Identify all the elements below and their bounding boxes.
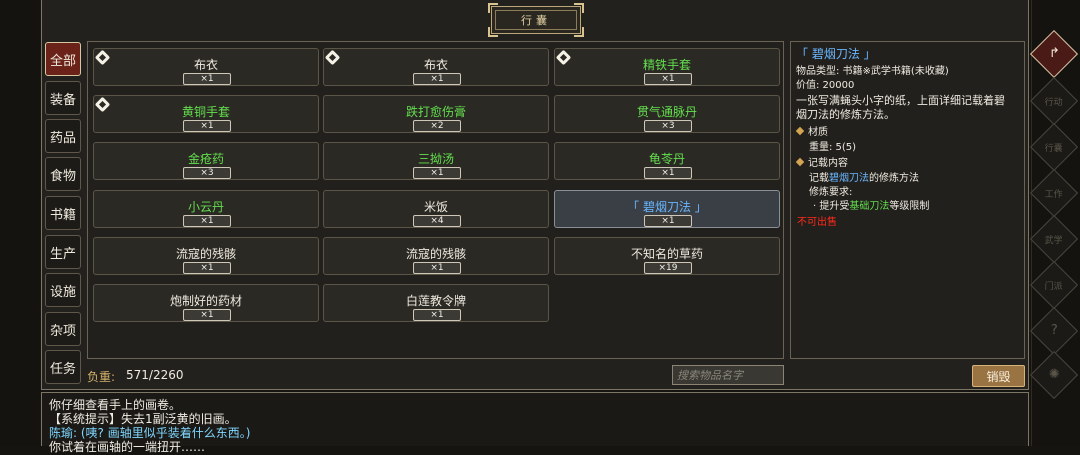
item-card[interactable]: 流寇的残骸 ×1 bbox=[93, 237, 319, 275]
item-card[interactable]: 龟苓丹 ×1 bbox=[554, 142, 780, 180]
item-name: 贯气通脉丹 bbox=[636, 105, 697, 119]
rail-label-action: 行动 bbox=[1044, 97, 1063, 108]
tab-equipment[interactable]: 装备 bbox=[45, 81, 81, 115]
item-quantity: ×1 bbox=[644, 73, 692, 85]
item-name: 布衣 bbox=[423, 58, 448, 72]
detail-value: 价值: 20000 bbox=[796, 80, 855, 91]
detail-record: 记载碧烟刀法的修炼方法 bbox=[809, 169, 919, 184]
message-log[interactable]: 你仔细查看手上的画卷。 【系统提示】失去1副泛黄的旧画。 陈瑜: (咦? 画轴里… bbox=[41, 392, 1029, 454]
back-arrow-icon: ↱ bbox=[1048, 46, 1060, 62]
item-card[interactable]: 白莲教令牌 ×1 bbox=[323, 284, 549, 322]
tab-books[interactable]: 书籍 bbox=[45, 196, 81, 230]
detail-type: 物品类型: 书籍※武学书籍(未收藏) bbox=[796, 66, 949, 77]
item-name: 龟苓丹 bbox=[648, 152, 685, 166]
item-card-selected[interactable]: 「 碧烟刀法 」 ×1 bbox=[554, 190, 780, 228]
item-quantity: ×1 bbox=[183, 262, 231, 274]
item-card[interactable]: 布衣 ×1 bbox=[93, 48, 319, 86]
rail-label-sect: 门派 bbox=[1044, 281, 1063, 292]
panel-title: 行囊 bbox=[521, 14, 551, 27]
item-quantity: ×4 bbox=[413, 215, 461, 227]
left-border-strip bbox=[0, 0, 40, 446]
tab-food[interactable]: 食物 bbox=[45, 157, 81, 191]
item-grid: 布衣 ×1 布衣 ×1 精铁手套 ×1 黄铜手套 ×1 跌打愈伤膏 ×2 贯气通… bbox=[87, 41, 784, 359]
diamond-bullet-icon bbox=[795, 157, 805, 167]
detail-weight: 重量: 5(5) bbox=[809, 142, 857, 153]
weight-value: 571/2260 bbox=[126, 368, 184, 382]
item-card[interactable]: 金疮药 ×3 bbox=[93, 142, 319, 180]
item-name: 金疮药 bbox=[187, 152, 224, 166]
item-name: 黄铜手套 bbox=[181, 105, 230, 119]
content-header-text: 记载内容 bbox=[808, 158, 848, 169]
help-icon: ? bbox=[1050, 323, 1058, 339]
item-quantity: ×1 bbox=[183, 120, 231, 132]
rail-label-martial: 武学 bbox=[1044, 235, 1063, 246]
item-detail-panel: 「 碧烟刀法 」 物品类型: 书籍※武学书籍(未收藏) 价值: 20000 一张… bbox=[790, 41, 1025, 359]
req-prefix: · 提升受 bbox=[813, 201, 850, 212]
item-name: 布衣 bbox=[193, 58, 218, 72]
item-name: 「 碧烟刀法 」 bbox=[627, 200, 707, 214]
item-name: 跌打愈伤膏 bbox=[405, 105, 466, 119]
item-name: 米饭 bbox=[423, 200, 448, 214]
item-card[interactable]: 米饭 ×4 bbox=[323, 190, 549, 228]
not-for-sale-label: 不可出售 bbox=[797, 217, 837, 228]
item-card[interactable]: 精铁手套 ×1 bbox=[554, 48, 780, 86]
rail-label-bag: 行囊 bbox=[1044, 143, 1063, 154]
item-quantity: ×1 bbox=[413, 73, 461, 85]
item-name: 流寇的残骸 bbox=[405, 247, 466, 261]
tab-misc[interactable]: 杂项 bbox=[45, 312, 81, 346]
item-card[interactable]: 不知名的草药 ×19 bbox=[554, 237, 780, 275]
item-quantity: ×1 bbox=[413, 262, 461, 274]
rail-label-work: 工作 bbox=[1044, 189, 1063, 200]
item-card[interactable]: 小云丹 ×1 bbox=[93, 190, 319, 228]
item-card[interactable]: 炮制好的药材 ×1 bbox=[93, 284, 319, 322]
item-name: 白莲教令牌 bbox=[405, 294, 466, 308]
detail-title: 「 碧烟刀法 」 bbox=[796, 47, 876, 61]
item-card[interactable]: 黄铜手套 ×1 bbox=[93, 95, 319, 133]
item-name: 小云丹 bbox=[187, 200, 224, 214]
req-suffix: 等级限制 bbox=[889, 201, 930, 212]
panel-title-plate: 行囊 bbox=[488, 3, 584, 37]
log-line: 你试着在画轴的一端扭开…… bbox=[49, 440, 206, 454]
detail-requirement: · 提升受基础刀法等级限制 bbox=[813, 197, 929, 212]
tab-medicine[interactable]: 药品 bbox=[45, 119, 81, 153]
item-quantity: ×2 bbox=[413, 120, 461, 132]
item-quantity: ×1 bbox=[413, 167, 461, 179]
diamond-bullet-icon bbox=[795, 126, 805, 136]
item-quantity: ×1 bbox=[413, 309, 461, 321]
record-suffix: 的修炼方法 bbox=[869, 173, 919, 184]
item-quantity: ×3 bbox=[644, 120, 692, 132]
material-header-text: 材质 bbox=[808, 127, 828, 138]
item-card[interactable]: 流寇的残骸 ×1 bbox=[323, 237, 549, 275]
item-name: 炮制好的药材 bbox=[169, 294, 242, 308]
destroy-button[interactable]: 销毁 bbox=[972, 365, 1025, 387]
item-card[interactable]: 三拗汤 ×1 bbox=[323, 142, 549, 180]
detail-description-2: 烟刀法的修炼方法。 bbox=[796, 108, 895, 121]
item-quantity: ×1 bbox=[644, 167, 692, 179]
item-name: 精铁手套 bbox=[642, 58, 691, 72]
item-card[interactable]: 贯气通脉丹 ×3 bbox=[554, 95, 780, 133]
item-quantity: ×19 bbox=[644, 262, 692, 274]
item-name: 流寇的残骸 bbox=[175, 247, 236, 261]
item-card[interactable]: 布衣 ×1 bbox=[323, 48, 549, 86]
item-quantity: ×3 bbox=[183, 167, 231, 179]
settings-icon: ✺ bbox=[1048, 367, 1060, 383]
item-quantity: ×1 bbox=[644, 215, 692, 227]
req-skill-name: 基础刀法 bbox=[849, 201, 890, 212]
item-name: 不知名的草药 bbox=[630, 247, 703, 261]
item-quantity: ×1 bbox=[183, 309, 231, 321]
tab-production[interactable]: 生产 bbox=[45, 235, 81, 269]
content-section-header: 记载内容 bbox=[795, 154, 848, 169]
tab-all[interactable]: 全部 bbox=[45, 42, 81, 76]
item-card[interactable]: 跌打愈伤膏 ×2 bbox=[323, 95, 549, 133]
item-quantity: ×1 bbox=[183, 215, 231, 227]
tab-quest[interactable]: 任务 bbox=[45, 350, 81, 384]
tab-facilities[interactable]: 设施 bbox=[45, 273, 81, 307]
material-section-header: 材质 bbox=[795, 123, 828, 138]
weight-label: 负重: bbox=[87, 370, 116, 384]
item-name: 三拗汤 bbox=[417, 152, 454, 166]
item-quantity: ×1 bbox=[183, 73, 231, 85]
detail-requirement-label: 修炼要求: bbox=[809, 187, 853, 198]
search-input[interactable] bbox=[672, 365, 784, 385]
